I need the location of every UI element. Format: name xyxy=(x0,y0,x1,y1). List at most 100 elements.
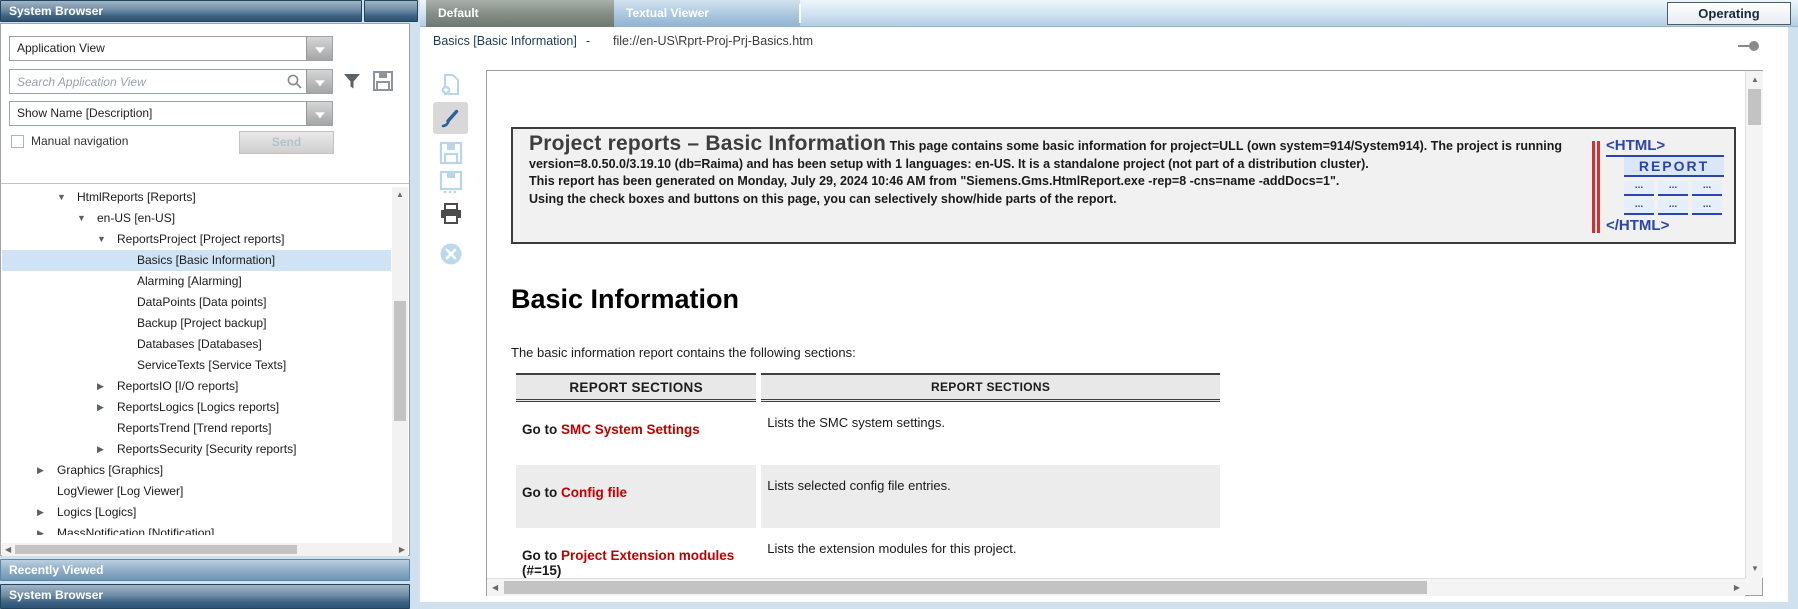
tree-item-databases[interactable]: Databases [Databases] xyxy=(2,334,391,355)
project-extension-modules-link[interactable]: Project Extension modules xyxy=(561,548,734,563)
logo-html-close-tag: </HTML> xyxy=(1606,217,1724,234)
tab-textual-viewer[interactable]: Textual Viewer xyxy=(614,0,800,27)
tree-item-backup[interactable]: Backup [Project backup] xyxy=(2,313,391,334)
save-as-icon[interactable] xyxy=(439,170,463,194)
edit-pen-icon[interactable] xyxy=(439,106,463,130)
tree-item-datapoints[interactable]: DataPoints [Data points] xyxy=(2,292,391,313)
display-mode-dropdown[interactable]: Show Name [Description] xyxy=(9,101,333,126)
tree-item-alarming[interactable]: Alarming [Alarming] xyxy=(2,271,391,292)
breadcrumb-selection: Basics [Basic Information] xyxy=(433,34,577,48)
logo-report-label: REPORT xyxy=(1624,157,1724,177)
tree-vertical-scrollbar[interactable]: ▲ ▼ xyxy=(392,187,408,555)
row-smc-system-settings: Go to SMC System Settings Lists the SMC … xyxy=(516,402,1220,465)
search-icon[interactable] xyxy=(286,73,303,95)
tree-item-graphics[interactable]: Graphics [Graphics] xyxy=(2,460,391,481)
divider xyxy=(1,183,409,184)
expander-closed-icon[interactable] xyxy=(37,523,57,535)
tree-item-massnotification[interactable]: MassNotification [Notification] xyxy=(2,523,391,535)
config-file-link[interactable]: Config file xyxy=(561,485,627,500)
tree-item-reportssecurity[interactable]: ReportsSecurity [Security reports] xyxy=(2,439,391,460)
report-sections-table: REPORT SECTIONS REPORT SECTIONS Go to SM… xyxy=(511,373,1225,578)
scroll-right-icon[interactable]: ▶ xyxy=(399,546,405,554)
new-report-icon[interactable] xyxy=(439,73,463,97)
chevron-down-icon[interactable] xyxy=(306,37,332,60)
display-mode-value: Show Name [Description] xyxy=(17,102,152,125)
tree-item-reportslogics[interactable]: ReportsLogics [Logics reports] xyxy=(2,397,391,418)
app-root: { "left_panel": { "title": "System Brows… xyxy=(0,0,1798,609)
expander-closed-icon[interactable] xyxy=(37,460,57,481)
panel-header-extension[interactable] xyxy=(364,0,418,22)
row-config-file: Go to Config file Lists selected config … xyxy=(516,465,1220,528)
viewer-vertical-scrollbar[interactable]: ▲ ▼ xyxy=(1745,71,1763,578)
viewer-horizontal-scrollbar[interactable]: ◀ ▶ xyxy=(487,578,1745,596)
logo-html-open-tag: <HTML> xyxy=(1606,137,1724,157)
scroll-left-icon[interactable]: ◀ xyxy=(492,584,498,592)
report-section-heading: Basic Information xyxy=(511,284,739,315)
scroll-up-icon[interactable]: ▲ xyxy=(1751,76,1759,84)
save-icon[interactable] xyxy=(439,141,463,165)
breadcrumb-dash: - xyxy=(586,34,590,48)
recently-viewed-bar[interactable]: Recently Viewed xyxy=(0,559,410,581)
scrollbar-thumb[interactable] xyxy=(15,545,297,554)
tree-item-reportsproject[interactable]: ReportsProject [Project reports] xyxy=(2,229,391,250)
save-filter-icon[interactable] xyxy=(372,70,394,97)
system-browser-header: System Browser xyxy=(0,0,362,22)
tree-item-logics[interactable]: Logics [Logics] xyxy=(2,502,391,523)
print-icon[interactable] xyxy=(439,202,463,226)
tree-item-reportstrend[interactable]: ReportsTrend [Trend reports] xyxy=(2,418,391,439)
manual-navigation-checkbox[interactable] xyxy=(11,135,24,148)
tree-item-reportsio[interactable]: ReportsIO [I/O reports] xyxy=(2,376,391,397)
scroll-right-icon[interactable]: ▶ xyxy=(1734,584,1740,592)
tree-item-en-us[interactable]: en-US [en-US] xyxy=(2,208,391,229)
search-input[interactable] xyxy=(10,70,285,93)
tree-horizontal-scrollbar[interactable]: ◀ ▶ xyxy=(2,543,408,556)
panel-title: System Browser xyxy=(9,4,103,18)
logo-red-bars-icon xyxy=(1592,141,1601,233)
column-header: REPORT SECTIONS xyxy=(516,373,756,402)
row-project-extension-modules: Go to Project Extension modules (#=15) L… xyxy=(516,528,1220,578)
pin-icon[interactable] xyxy=(1738,41,1760,51)
view-selector-value: Application View xyxy=(17,37,105,60)
smc-system-settings-link[interactable]: SMC System Settings xyxy=(561,422,700,437)
operating-button[interactable]: Operating xyxy=(1667,2,1791,25)
chevron-down-icon[interactable] xyxy=(306,70,332,93)
manual-navigation-label: Manual navigation xyxy=(31,134,128,148)
expander-closed-icon[interactable] xyxy=(97,397,117,418)
scroll-left-icon[interactable]: ◀ xyxy=(5,546,11,554)
expander-open-icon[interactable] xyxy=(57,187,77,208)
tab-bar: Default Textual Viewer Operating xyxy=(420,0,1798,27)
row-description: Lists the SMC system settings. xyxy=(767,402,1212,430)
report-header-box: Project reports – Basic Information This… xyxy=(511,127,1736,244)
tree-item-basics[interactable]: Basics [Basic Information] xyxy=(2,250,391,271)
scrollbar-thumb[interactable] xyxy=(504,581,1427,594)
report-header-text: Project reports – Basic Information This… xyxy=(529,135,1591,208)
view-selector-dropdown[interactable]: Application View xyxy=(9,36,333,61)
tab-default[interactable]: Default xyxy=(426,0,614,27)
report-viewer: Project reports – Basic Information This… xyxy=(486,70,1763,596)
tree-item-servicetexts[interactable]: ServiceTexts [Service Texts] xyxy=(2,355,391,376)
scroll-up-icon[interactable]: ▲ xyxy=(396,191,404,199)
project-name: ULL xyxy=(1219,139,1243,153)
tab-separator xyxy=(799,4,801,23)
html-report-logo: <HTML> REPORT ... ... ... ... ... ... </… xyxy=(1592,137,1726,237)
scrollbar-thumb[interactable] xyxy=(1748,89,1761,125)
tree-item-logviewer[interactable]: LogViewer [Log Viewer] xyxy=(2,481,391,502)
scrollbar-corner xyxy=(1745,578,1762,595)
filter-icon[interactable] xyxy=(342,72,362,97)
close-icon[interactable] xyxy=(439,242,463,266)
expander-closed-icon[interactable] xyxy=(97,376,117,397)
scrollbar-thumb[interactable] xyxy=(394,301,406,421)
expander-open-icon[interactable] xyxy=(77,208,97,229)
expander-open-icon[interactable] xyxy=(97,229,117,250)
tree-item-htmlreports[interactable]: HtmlReports [Reports] xyxy=(2,187,391,208)
column-header: REPORT SECTIONS xyxy=(761,373,1220,402)
expander-closed-icon[interactable] xyxy=(97,439,117,460)
report-sections-intro: The basic information report contains th… xyxy=(511,345,856,360)
breadcrumb-source-url: file://en-US\Rprt-Proj-Prj-Basics.htm xyxy=(613,34,813,48)
send-button[interactable]: Send xyxy=(239,131,334,154)
chevron-down-icon[interactable] xyxy=(306,102,332,125)
scroll-down-icon[interactable]: ▼ xyxy=(1751,565,1759,573)
expander-closed-icon[interactable] xyxy=(37,502,57,523)
system-browser-bottom-bar[interactable]: System Browser xyxy=(0,584,410,609)
row-description: Lists the extension modules for this pro… xyxy=(767,528,1212,556)
